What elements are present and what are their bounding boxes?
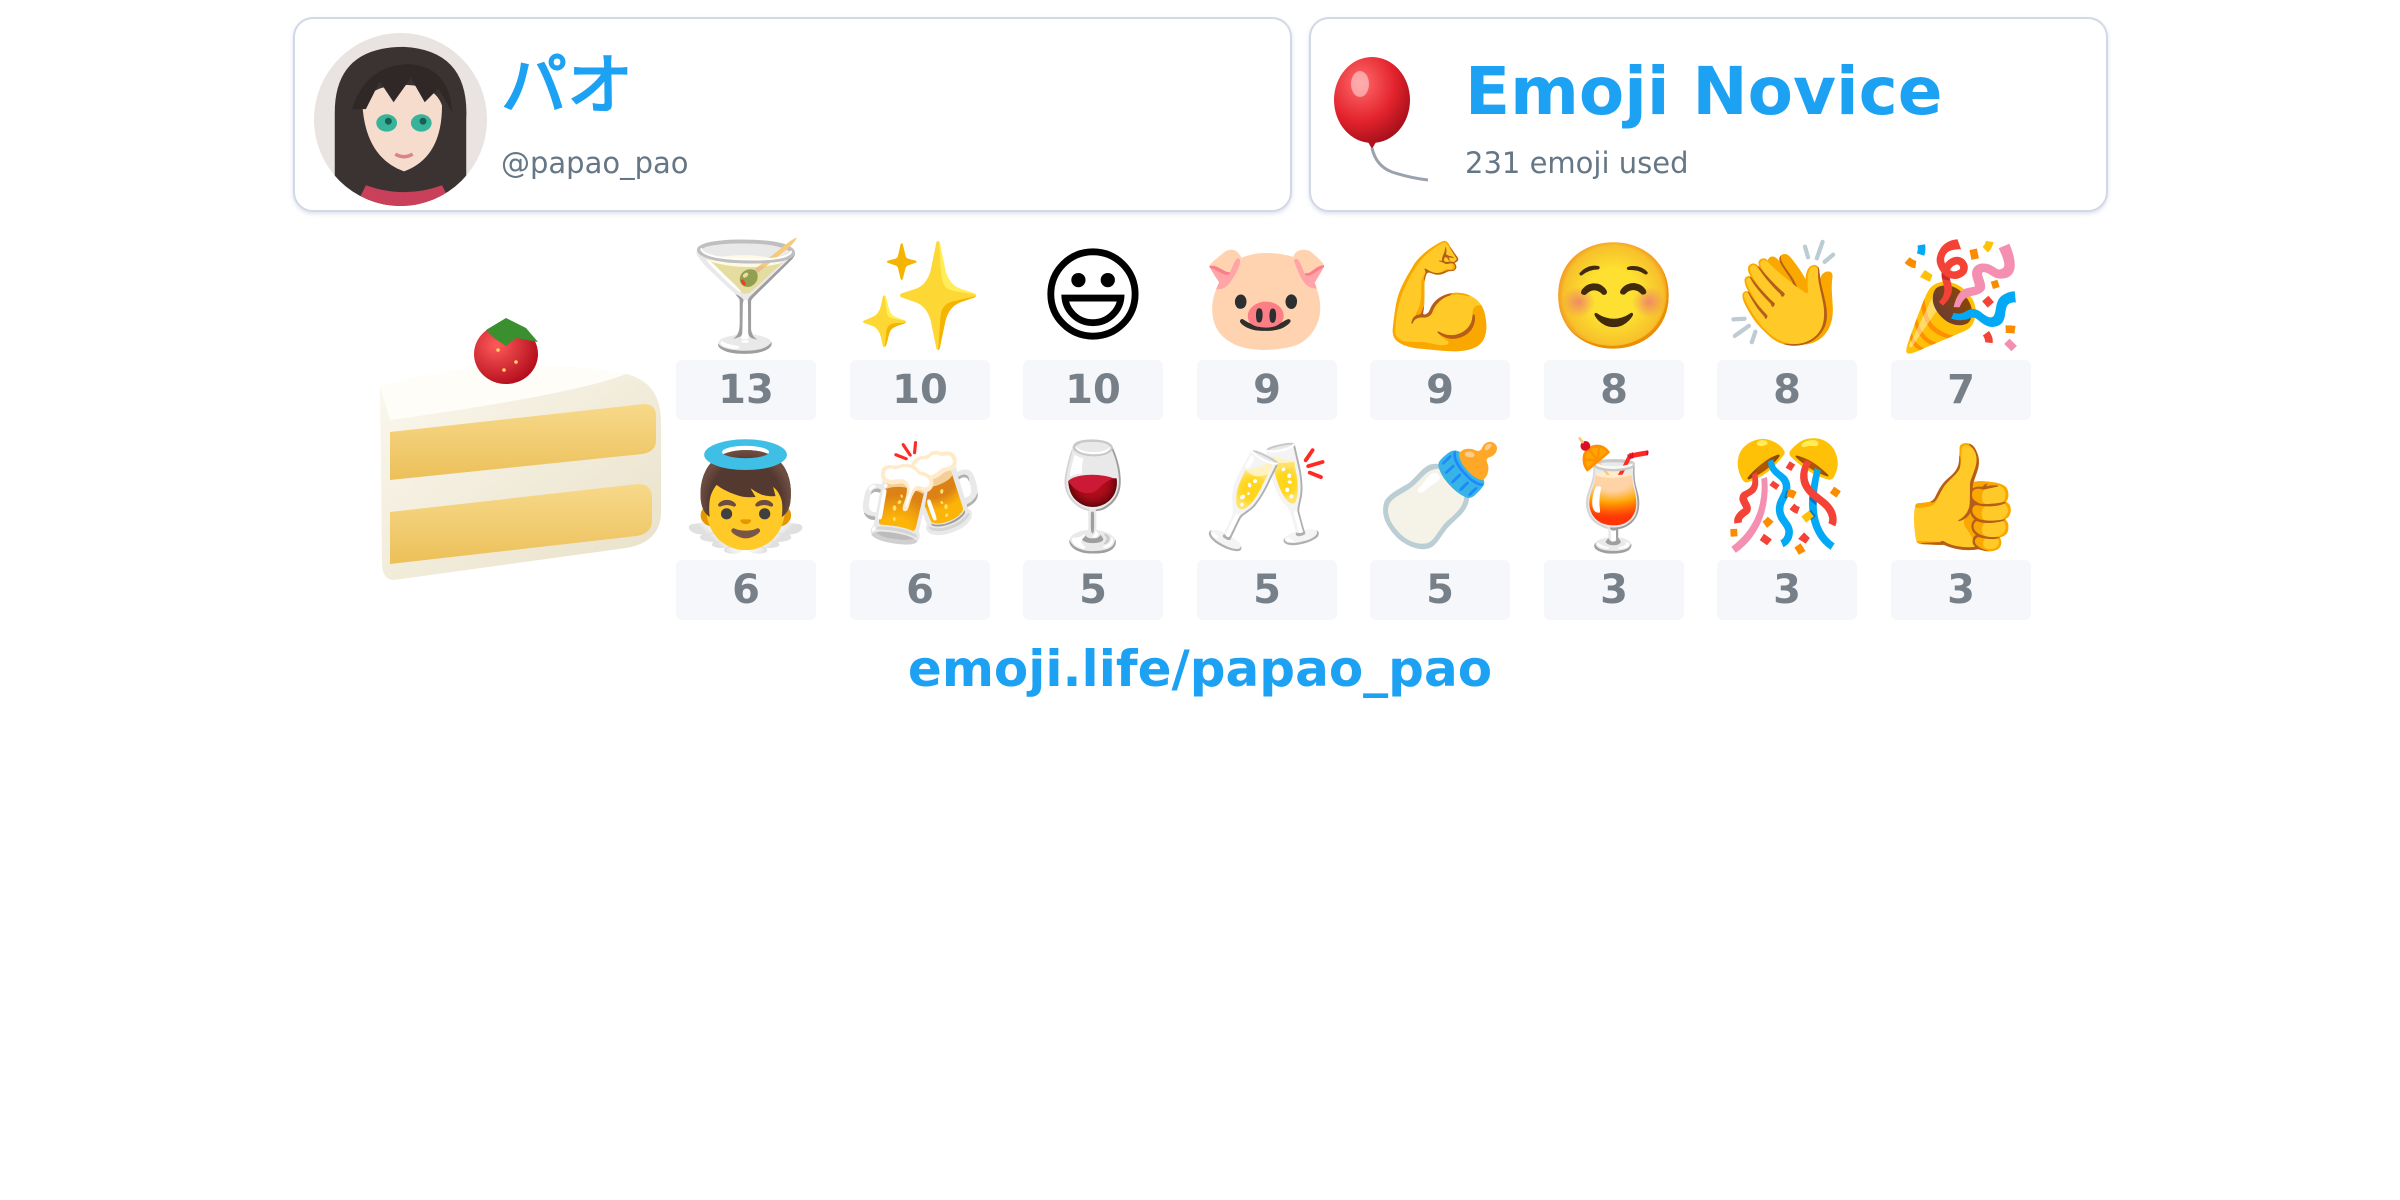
clapping-hands-icon: 👏 bbox=[1722, 235, 1852, 357]
emoji-count: 5 bbox=[1370, 560, 1510, 620]
clinking-beer-mugs-icon: 🍻 bbox=[855, 435, 985, 557]
emoji-count: 6 bbox=[850, 560, 990, 620]
emoji-stat-cell[interactable]: 👼 6 bbox=[676, 432, 816, 620]
baby-bottle-icon: 🍼 bbox=[1375, 435, 1505, 557]
emoji-count: 13 bbox=[676, 360, 816, 420]
emoji-count: 5 bbox=[1197, 560, 1337, 620]
balloon-icon bbox=[1330, 56, 1434, 184]
emoji-count: 7 bbox=[1891, 360, 2031, 420]
emoji-stat-cell[interactable]: ✨ 10 bbox=[850, 232, 990, 420]
emoji-stat-cell[interactable]: ☺️ 8 bbox=[1544, 232, 1684, 420]
emoji-stat-cell[interactable]: 😃 10 bbox=[1023, 232, 1163, 420]
pig-face-icon: 🐷 bbox=[1202, 235, 1332, 357]
thumbs-up-icon: 👍 bbox=[1896, 435, 2026, 557]
emoji-stat-cell[interactable]: 🍸 13 bbox=[676, 232, 816, 420]
emoji-stat-cell[interactable]: 💪 9 bbox=[1370, 232, 1510, 420]
emoji-used-count: 231 emoji used bbox=[1465, 146, 1689, 180]
emoji-stat-cell[interactable]: 🐷 9 bbox=[1197, 232, 1337, 420]
emoji-count: 3 bbox=[1717, 560, 1857, 620]
rank-title: Emoji Novice bbox=[1465, 53, 1943, 130]
emoji-count: 3 bbox=[1891, 560, 2031, 620]
confetti-ball-icon: 🎊 bbox=[1722, 435, 1852, 557]
emoji-count: 6 bbox=[676, 560, 816, 620]
display-name: パオ bbox=[501, 47, 633, 124]
baby-angel-icon: 👼 bbox=[681, 435, 811, 557]
cocktail-glass-icon: 🍸 bbox=[681, 235, 811, 357]
emoji-stat-cell[interactable]: 🥂 5 bbox=[1197, 432, 1337, 620]
emoji-stat-cell[interactable]: 🎉 7 bbox=[1891, 232, 2031, 420]
emoji-count: 8 bbox=[1717, 360, 1857, 420]
flexed-biceps-icon: 💪 bbox=[1375, 235, 1505, 357]
emoji-stat-cell[interactable]: 🍷 5 bbox=[1023, 432, 1163, 620]
emoji-stat-cell[interactable]: 🍻 6 bbox=[850, 432, 990, 620]
emoji-count: 8 bbox=[1544, 360, 1684, 420]
party-popper-icon: 🎉 bbox=[1896, 235, 2026, 357]
emoji-count: 3 bbox=[1544, 560, 1684, 620]
profile-link[interactable]: emoji.life/papao_pao bbox=[0, 644, 2400, 694]
emoji-stat-cell[interactable]: 👍 3 bbox=[1891, 432, 2031, 620]
rank-card: Emoji Novice 231 emoji used bbox=[1309, 17, 2108, 212]
user-card: パオ @papao_pao bbox=[293, 17, 1292, 212]
clinking-glasses-icon: 🥂 bbox=[1202, 435, 1332, 557]
user-handle: @papao_pao bbox=[501, 146, 689, 180]
smiling-face-icon: ☺️ bbox=[1549, 235, 1679, 357]
emoji-stat-cell[interactable]: 👏 8 bbox=[1717, 232, 1857, 420]
wine-glass-icon: 🍷 bbox=[1028, 435, 1158, 557]
emoji-count: 5 bbox=[1023, 560, 1163, 620]
avatar[interactable] bbox=[314, 33, 487, 206]
emoji-stat-cell[interactable]: 🍼 5 bbox=[1370, 432, 1510, 620]
emoji-stat-cell[interactable]: 🎊 3 bbox=[1717, 432, 1857, 620]
emoji-count: 9 bbox=[1370, 360, 1510, 420]
shortcake-icon bbox=[376, 312, 666, 580]
emoji-grid: 🍸 13 ✨ 10 😃 10 🐷 9 💪 9 ☺️ 8 👏 8 🎉 7 👼 6 🍻 6 🍷 5 🥂 5 🍼 5 🍹 3 🎊 3 👍 3 bbox=[676, 232, 2036, 622]
emoji-count: 10 bbox=[1023, 360, 1163, 420]
emoji-count: 10 bbox=[850, 360, 990, 420]
emoji-count: 9 bbox=[1197, 360, 1337, 420]
emoji-stat-cell[interactable]: 🍹 3 bbox=[1544, 432, 1684, 620]
sparkles-icon: ✨ bbox=[855, 235, 985, 357]
tropical-drink-icon: 🍹 bbox=[1549, 435, 1679, 557]
grinning-face-icon: 😃 bbox=[1038, 235, 1148, 357]
